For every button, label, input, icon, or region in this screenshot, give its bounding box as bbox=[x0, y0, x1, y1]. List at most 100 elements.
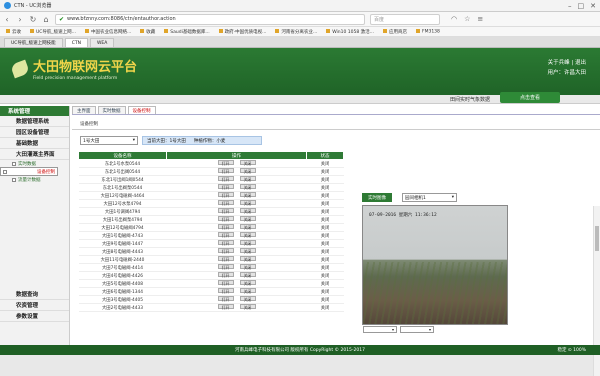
browser-tab-active[interactable]: CTN bbox=[64, 38, 88, 47]
close-button[interactable]: 关闭 bbox=[239, 296, 256, 302]
tab-main[interactable]: 主界面 bbox=[72, 106, 96, 114]
site-title: 大田物联网云平台 bbox=[33, 60, 138, 75]
field-select[interactable]: 1号大田 ▾ bbox=[80, 136, 138, 145]
subitem-realtime[interactable]: 实时数据 bbox=[0, 160, 69, 167]
open-button[interactable]: 打开 bbox=[217, 264, 234, 270]
bookmark-item[interactable]: Win10 1058 激活... bbox=[326, 29, 374, 35]
close-button[interactable]: 关闭 bbox=[239, 280, 256, 286]
close-button[interactable]: 关闭 bbox=[239, 248, 256, 254]
bookmark-item[interactable]: 政府·中国优质电视... bbox=[219, 29, 267, 35]
open-button[interactable]: 打开 bbox=[217, 208, 234, 214]
operation-cell: 打开 关闭 bbox=[166, 167, 307, 176]
table-row: 大田3号电磁阀-4405 打开 关闭 关闭 bbox=[78, 295, 344, 304]
open-button[interactable]: 打开 bbox=[217, 200, 234, 206]
bookmark-item[interactable]: 云收 bbox=[6, 29, 21, 35]
view-weather-button[interactable]: 点击查看 bbox=[500, 92, 560, 103]
bookmark-item[interactable]: UC导航_极速上网... bbox=[30, 29, 76, 35]
menu-icon[interactable]: ≡ bbox=[477, 15, 483, 23]
open-button[interactable]: 打开 bbox=[217, 240, 234, 246]
status-zoom: 稳定 ⊙ 100% bbox=[557, 348, 587, 353]
close-button[interactable]: 关闭 bbox=[239, 304, 256, 310]
search-input[interactable]: 百度 bbox=[370, 13, 440, 25]
close-button[interactable]: 关闭 bbox=[239, 208, 256, 214]
open-button[interactable]: 打开 bbox=[217, 256, 234, 262]
close-button[interactable]: 关闭 bbox=[239, 176, 256, 182]
open-button[interactable]: 打开 bbox=[217, 280, 234, 286]
sidebar-item-agri[interactable]: 农资管理 bbox=[0, 300, 69, 311]
open-button[interactable]: 打开 bbox=[217, 288, 234, 294]
open-button[interactable]: 打开 bbox=[217, 192, 234, 198]
site-footer: 河南兵峰电子科技有限公司 版权所有 CopyRight © 2015-2017 … bbox=[0, 345, 600, 355]
operation-cell: 打开 关闭 bbox=[166, 247, 307, 256]
home-icon[interactable]: ⌂ bbox=[42, 15, 50, 24]
tab-realtime[interactable]: 实时数据 bbox=[97, 106, 126, 114]
close-button[interactable]: 关闭 bbox=[239, 264, 256, 270]
close-button[interactable]: 关闭 bbox=[239, 200, 256, 206]
open-button[interactable]: 打开 bbox=[217, 216, 234, 222]
sidebar-item[interactable]: 园区设备管理 bbox=[0, 127, 69, 138]
bookmark-item[interactable]: 中国农业信息网络... bbox=[85, 29, 131, 35]
sidebar-item-params[interactable]: 参数设置 bbox=[0, 311, 69, 322]
operation-cell: 打开 关闭 bbox=[166, 231, 307, 240]
reload-icon[interactable]: ↻ bbox=[29, 15, 37, 24]
close-button[interactable]: 关闭 bbox=[239, 192, 256, 198]
open-button[interactable]: 打开 bbox=[217, 248, 234, 254]
browser-tab[interactable]: WEA bbox=[89, 38, 115, 47]
operation-cell: 打开 关闭 bbox=[166, 191, 307, 200]
scrollbar-thumb[interactable] bbox=[595, 226, 599, 251]
bookmark-item[interactable]: FM3138 bbox=[416, 29, 440, 34]
close-button[interactable]: 关闭 bbox=[239, 272, 256, 278]
camera-speed-select[interactable]: ▾ bbox=[400, 326, 434, 333]
url-field[interactable]: ✔ www.bfznny.com:8086/ctn/entauthor.actio… bbox=[55, 13, 365, 25]
close-button[interactable]: 关闭 bbox=[239, 160, 256, 166]
close-button[interactable]: 关闭 bbox=[239, 184, 256, 190]
close-button[interactable]: 关闭 bbox=[239, 224, 256, 230]
maximize-icon[interactable]: □ bbox=[578, 2, 585, 10]
close-button[interactable]: 关闭 bbox=[239, 240, 256, 246]
sidebar-item[interactable]: 基础数据 bbox=[0, 138, 69, 149]
close-icon[interactable]: ✕ bbox=[590, 2, 596, 10]
realtime-image-button[interactable]: 实时图像 bbox=[362, 193, 392, 202]
close-button[interactable]: 关闭 bbox=[239, 256, 256, 262]
sidebar-head[interactable]: 系统管理 bbox=[0, 106, 69, 116]
close-button[interactable]: 关闭 bbox=[239, 232, 256, 238]
close-button[interactable]: 关闭 bbox=[239, 168, 256, 174]
table-row: 东北1号水泵0544 打开 关闭 关闭 bbox=[78, 159, 344, 168]
window-title: CTN - UC浏览器 bbox=[14, 3, 52, 9]
star-icon[interactable]: ☆ bbox=[464, 15, 470, 23]
open-button[interactable]: 打开 bbox=[217, 184, 234, 190]
close-button[interactable]: 关闭 bbox=[239, 288, 256, 294]
open-button[interactable]: 打开 bbox=[217, 224, 234, 230]
forward-icon[interactable]: › bbox=[16, 15, 24, 24]
open-button[interactable]: 打开 bbox=[217, 168, 234, 174]
minimize-icon[interactable]: – bbox=[568, 2, 572, 10]
tab-device-control[interactable]: 设备控制 bbox=[127, 106, 156, 114]
camera-select[interactable]: 园间相机1 ▾ bbox=[402, 193, 457, 202]
wifi-icon[interactable]: ◠ bbox=[451, 15, 457, 23]
open-button[interactable]: 打开 bbox=[217, 272, 234, 278]
bookmark-item[interactable]: 收藏 bbox=[140, 29, 155, 35]
open-button[interactable]: 打开 bbox=[217, 296, 234, 302]
device-name: 东北1号水泵0544 bbox=[78, 159, 167, 168]
open-button[interactable]: 打开 bbox=[217, 176, 234, 182]
open-button[interactable]: 打开 bbox=[217, 304, 234, 310]
subitem-flowmeter[interactable]: 流量计数据 bbox=[0, 176, 69, 183]
sidebar-item-irrigation[interactable]: 大田灌溉主界面 bbox=[0, 149, 69, 160]
bookmark-item[interactable]: 应用商店 bbox=[383, 29, 407, 35]
sidebar-item-query[interactable]: 数据查询 bbox=[0, 289, 69, 300]
back-icon[interactable]: ‹ bbox=[3, 15, 11, 24]
camera-preset-select[interactable]: ▾ bbox=[363, 326, 397, 333]
bookmark-item[interactable]: Saudi基础数据库... bbox=[164, 29, 209, 35]
device-name: 大田1号电磁阀-4743 bbox=[78, 231, 167, 240]
close-button[interactable]: 关闭 bbox=[239, 216, 256, 222]
about-logout-links[interactable]: 关于兵峰 | 退出 bbox=[547, 58, 586, 68]
open-button[interactable]: 打开 bbox=[217, 160, 234, 166]
bookmark-item[interactable]: 河南省分离农业... bbox=[275, 29, 317, 35]
subitem-device-control[interactable]: 设备控制 bbox=[0, 167, 58, 176]
open-button[interactable]: 打开 bbox=[217, 232, 234, 238]
subtab-device-control[interactable]: 设备控制 bbox=[80, 121, 98, 127]
device-name: 大田1号出阀泵4794 bbox=[78, 215, 167, 224]
device-name: 大田12号电磁阀4794 bbox=[78, 223, 167, 232]
sidebar-item[interactable]: 数据管理系统 bbox=[0, 116, 69, 127]
browser-tab[interactable]: UC导航_极速上网技能 bbox=[4, 38, 63, 47]
